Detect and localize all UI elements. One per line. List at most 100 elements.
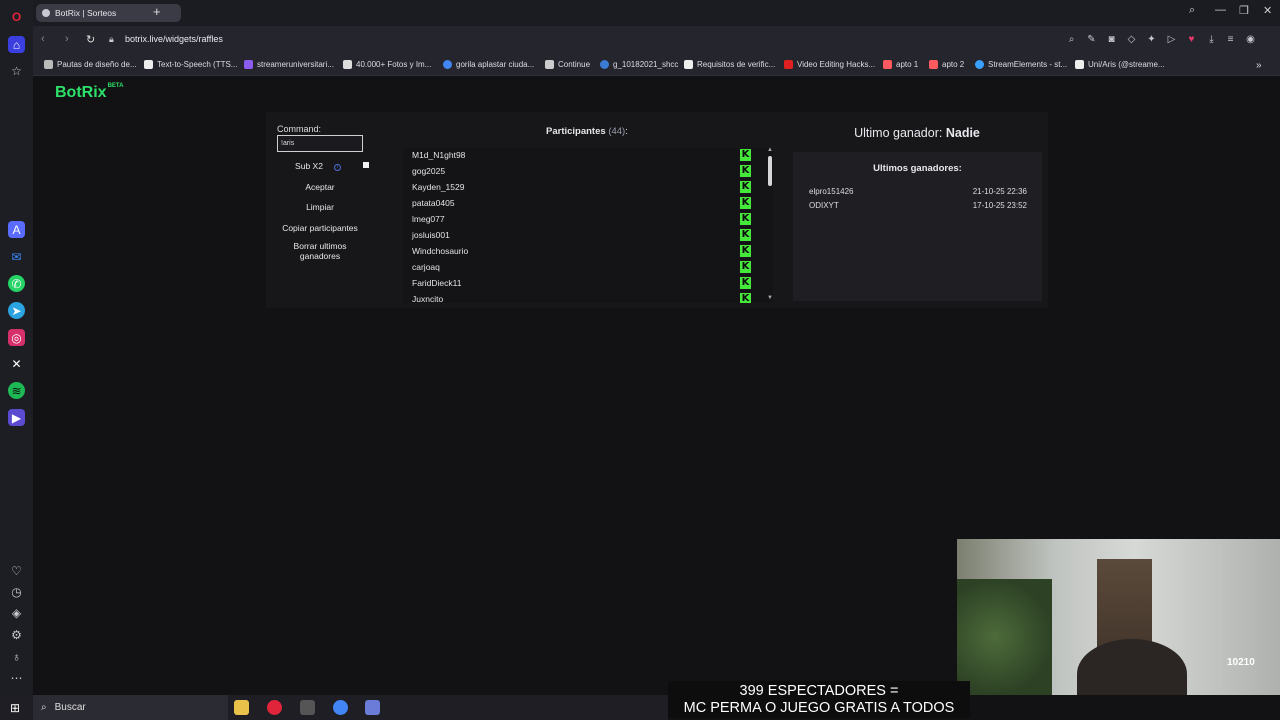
more-dots-icon[interactable]: ⋯	[8, 669, 25, 686]
tab-title: BotRix | Sorteos	[55, 8, 117, 18]
chrome-icon[interactable]	[333, 700, 348, 715]
webcam-person	[1077, 639, 1187, 695]
bookmark-item[interactable]: g_10182021_shcc	[600, 60, 678, 69]
new-tab-button[interactable]: +	[153, 4, 161, 19]
settings-gear-icon[interactable]: ⚙	[8, 626, 25, 643]
winner-row: elpro151426 21-10-25 22:36	[809, 187, 1027, 196]
twitch-icon	[244, 60, 253, 69]
camera-icon[interactable]: ◙	[1106, 34, 1117, 45]
whatsapp-icon[interactable]: ✆	[8, 275, 25, 292]
list-item: lmeg077 K	[412, 213, 751, 225]
vpn-icon[interactable]: ✦	[1146, 34, 1157, 45]
bookmark-item[interactable]: gorila aplastar ciuda...	[443, 60, 534, 69]
close-window-button[interactable]: ✕	[1263, 4, 1272, 17]
instagram-icon[interactable]: ◎	[8, 329, 25, 346]
banner-line-1: 399 ESPECTADORES =	[739, 683, 899, 699]
webcam-tag: 10210	[1227, 657, 1255, 668]
kick-icon: K	[740, 149, 751, 161]
airbnb-icon	[883, 60, 892, 69]
winners-panel: Ultimo ganador: Nadie Ultimos ganadores:…	[786, 112, 1048, 308]
url-field[interactable]: botrix.live/widgets/raffles	[125, 34, 223, 44]
scroll-down-icon[interactable]: ▼	[767, 295, 773, 301]
list-item: carjoaq K	[412, 261, 751, 273]
last-winners-box: Ultimos ganadores: elpro151426 21-10-25 2…	[793, 152, 1042, 301]
menu-icon[interactable]: ≡	[1225, 34, 1236, 45]
telegram-icon[interactable]: ➤	[8, 302, 25, 319]
edit-icon[interactable]: ✎	[1086, 34, 1097, 45]
back-button[interactable]: ‹	[41, 33, 45, 45]
heart-icon[interactable]: ♥	[1186, 34, 1197, 45]
taskbar-search[interactable]: ⌕ Buscar	[33, 695, 228, 720]
x-icon	[684, 60, 693, 69]
reload-icon[interactable]: ↻	[86, 33, 95, 46]
search-icon[interactable]: ⌕	[1066, 34, 1077, 45]
bookmark-item[interactable]: Continue	[545, 60, 590, 69]
list-item: josluis001 K	[412, 229, 751, 241]
player-icon[interactable]: ▶	[8, 409, 25, 426]
list-item: Windchosaurio K	[412, 245, 751, 257]
spotify-icon[interactable]: ≋	[8, 382, 25, 399]
app-icon[interactable]	[365, 700, 380, 715]
bookmark-item[interactable]: 40.000+ Fotos y Im...	[343, 60, 431, 69]
kick-icon: K	[740, 181, 751, 193]
scroll-up-icon[interactable]: ▲	[767, 147, 773, 153]
list-item: gog2025 K	[412, 165, 751, 177]
participants-scrollbar[interactable]: ▲ ▼	[767, 147, 773, 301]
forward-button[interactable]: ›	[65, 33, 69, 45]
profile-icon[interactable]: ◉	[1245, 34, 1256, 45]
bookmark-item[interactable]: Video Editing Hacks...	[784, 60, 875, 69]
aria-icon[interactable]: A	[8, 221, 25, 238]
kick-icon: K	[740, 229, 751, 241]
download-icon[interactable]: ⤓	[1206, 34, 1217, 45]
bookmark-item[interactable]: apto 1	[883, 60, 918, 69]
kick-icon: K	[740, 165, 751, 177]
botrix-logo[interactable]: BotRixBETA	[55, 83, 123, 102]
file-explorer-icon[interactable]	[234, 700, 249, 715]
bookmark-star-icon[interactable]: ☆	[8, 62, 25, 79]
play-icon[interactable]: ▷	[1166, 34, 1177, 45]
more-bookmarks-icon[interactable]: »	[1256, 60, 1262, 71]
history-icon[interactable]: ◷	[8, 583, 25, 600]
google-icon	[443, 60, 452, 69]
last-winner-name: Nadie	[945, 126, 980, 140]
x-twitter-icon[interactable]: ✕	[8, 355, 25, 372]
bookmark-item[interactable]: Uni/Aris (@streame...	[1075, 60, 1165, 69]
command-input[interactable]: !aris	[277, 135, 363, 152]
bookmark-item[interactable]: Text-to-Speech (TTS...	[144, 60, 237, 69]
app-icon[interactable]	[300, 700, 315, 715]
tts-icon	[144, 60, 153, 69]
messenger-icon[interactable]: ✉	[8, 248, 25, 265]
sub-x2-checkbox[interactable]	[363, 162, 369, 168]
tab-favicon-icon	[42, 9, 50, 17]
opera-logo-icon[interactable]: O	[8, 8, 25, 25]
clear-button[interactable]: Limpiar	[277, 202, 363, 212]
delete-last-winners-button[interactable]: Borrar ultimos ganadores	[277, 241, 363, 261]
bookmark-item[interactable]: apto 2	[929, 60, 964, 69]
bookmark-item[interactable]: Requisitos de verific...	[684, 60, 775, 69]
search-tabs-icon[interactable]: ⌕	[1189, 4, 1195, 17]
opera-taskbar-icon[interactable]	[267, 700, 282, 715]
extensions-cube-icon[interactable]: ◈	[8, 604, 25, 621]
tips-bulb-icon[interactable]: ♁	[8, 648, 25, 665]
browser-sidebar: O ⌂ ☆ A ✉ ✆ ➤ ◎ ✕ ≋ ▶ ♡ ◷ ◈ ⚙ ♁ ⋯	[0, 0, 33, 695]
info-icon[interactable]: i	[334, 164, 341, 171]
restore-button[interactable]: ❐	[1239, 4, 1249, 17]
heart-icon[interactable]: ♡	[8, 562, 25, 579]
shield-icon[interactable]: ◇	[1126, 34, 1137, 45]
bookmark-item[interactable]: streameruniversitari...	[244, 60, 334, 69]
webcam-overlay: 10210	[957, 539, 1280, 695]
windows-start-icon[interactable]: ⊞	[10, 701, 20, 715]
accept-button[interactable]: Aceptar	[277, 182, 363, 192]
bookmark-item[interactable]: Pautas de diseño de...	[44, 60, 137, 69]
scroll-thumb[interactable]	[768, 156, 772, 186]
participants-list[interactable]: M1d_N1ght98 K gog2025 K Kayden_1529 K patat…	[403, 148, 773, 303]
home-icon[interactable]: ⌂	[8, 36, 25, 53]
last-winners-title: Ultimos ganadores:	[873, 163, 962, 174]
bookmark-item[interactable]: StreamElements - st...	[975, 60, 1067, 69]
minimize-button[interactable]: —	[1215, 4, 1226, 16]
kick-icon: K	[740, 213, 751, 225]
lock-icon[interactable]: 🔒︎	[109, 34, 114, 45]
search-icon: ⌕	[41, 702, 47, 713]
list-item: M1d_N1ght98 K	[412, 149, 751, 161]
copy-participants-button[interactable]: Copiar participantes	[277, 223, 363, 233]
